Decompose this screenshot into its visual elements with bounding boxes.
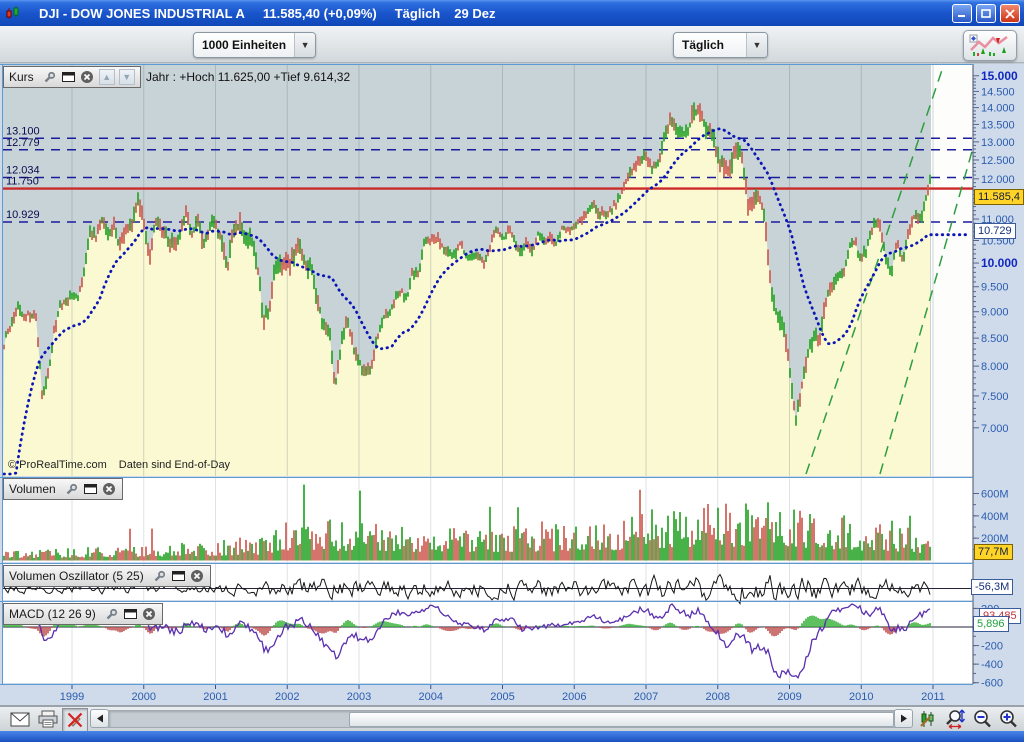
move-panel-up-icon[interactable]: ▲ <box>99 69 115 85</box>
price-axis-label: 14.500 <box>981 86 1015 98</box>
volume-badge: 77,7M <box>974 544 1013 560</box>
close-panel-icon[interactable] <box>190 569 205 584</box>
copyright-text: © ProRealTime.com <box>8 459 107 471</box>
year-label: 2004 <box>419 691 443 703</box>
volume-oscillator-title: Volumen Oszillator (5 25) <box>9 569 144 583</box>
price-level-label: 10.929 <box>6 209 40 221</box>
volume-axis-label: 400M <box>981 511 1009 523</box>
year-label: 2001 <box>203 691 227 703</box>
data-note-text: Daten sind End-of-Day <box>119 459 230 471</box>
price-axis-label: 13.500 <box>981 119 1015 131</box>
year-label: 2002 <box>275 691 299 703</box>
price-level-label: 11.750 <box>6 176 39 188</box>
wrench-icon[interactable] <box>104 607 119 622</box>
volume-oscillator-panel-header: Volumen Oszillator (5 25) <box>3 565 211 587</box>
close-panel-icon[interactable] <box>80 70 95 85</box>
volume-panel-header: Volumen <box>3 478 123 500</box>
year-label: 2010 <box>849 691 873 703</box>
move-panel-down-icon[interactable]: ▼ <box>119 69 135 85</box>
detach-window-icon[interactable] <box>171 569 186 584</box>
macd-value-badge: 5,896 <box>973 616 1009 632</box>
wrench-icon[interactable] <box>152 569 167 584</box>
year-label: 1999 <box>60 691 84 703</box>
detach-window-icon[interactable] <box>61 70 76 85</box>
year-label: 2005 <box>490 691 514 703</box>
last-price-badge: 11.585,4 <box>974 189 1024 205</box>
close-panel-icon[interactable] <box>102 482 117 497</box>
price-axis-label: 9.000 <box>981 307 1009 319</box>
price-axis-label: 13.000 <box>981 137 1015 149</box>
kurs-panel-header: Kurs ▲ ▼ <box>3 66 141 88</box>
price-level-label: 13.100 <box>6 125 40 137</box>
chart-canvas: 13.10012.77912.03411.75010.92915.00014.5… <box>0 0 1024 742</box>
detach-window-icon[interactable] <box>83 482 98 497</box>
year-high-low-info: Jahr : +Hoch 11.625,00 +Tief 9.614,32 <box>146 70 350 84</box>
macd-axis-label: -400 <box>981 659 1003 671</box>
macd-panel-title: MACD (12 26 9) <box>9 607 96 621</box>
detach-window-icon[interactable] <box>123 607 138 622</box>
volume-axis-label: 600M <box>981 489 1009 501</box>
price-axis-label: 15.000 <box>981 69 1018 83</box>
year-label: 2003 <box>347 691 371 703</box>
year-label: 2006 <box>562 691 586 703</box>
wrench-icon[interactable] <box>42 70 57 85</box>
price-axis-label: 12.500 <box>981 155 1015 167</box>
year-label: 2009 <box>777 691 801 703</box>
volume-panel-title: Volumen <box>9 482 56 496</box>
price-axis-label: 12.000 <box>981 174 1015 186</box>
price-axis-label: 8.000 <box>981 361 1009 373</box>
price-axis-label: 14.000 <box>981 103 1015 115</box>
kurs-panel-title: Kurs <box>9 70 34 84</box>
moving-average-badge: 10.729 <box>974 223 1016 239</box>
year-label: 2011 <box>921 691 945 703</box>
volume-oscillator-badge: -56,3M <box>971 579 1013 595</box>
year-label: 2007 <box>634 691 658 703</box>
price-axis-label: 7.000 <box>981 423 1009 435</box>
wrench-icon[interactable] <box>64 482 79 497</box>
macd-axis-label: -600 <box>981 678 1003 690</box>
macd-axis-label: -200 <box>981 641 1003 653</box>
price-axis-label: 8.500 <box>981 333 1009 345</box>
price-axis-label: 10.000 <box>981 256 1018 270</box>
price-level-label: 12.779 <box>6 137 40 149</box>
price-axis-label: 7.500 <box>981 391 1009 403</box>
year-label: 2008 <box>706 691 730 703</box>
close-panel-icon[interactable] <box>142 607 157 622</box>
year-label: 2000 <box>132 691 156 703</box>
macd-panel-header: MACD (12 26 9) <box>3 603 163 625</box>
price-axis-label: 9.500 <box>981 282 1009 294</box>
